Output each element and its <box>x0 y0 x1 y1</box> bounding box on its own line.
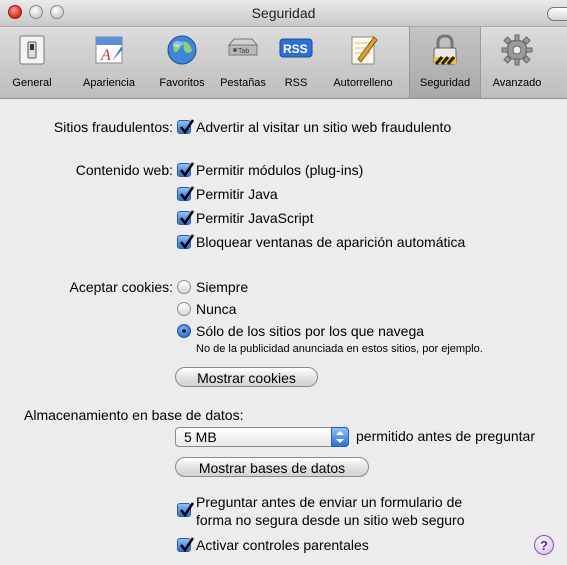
pencil-paper-icon <box>351 36 378 65</box>
database-storage-label: Almacenamiento en base de datos: <box>24 407 244 423</box>
tab-favoritos[interactable]: Favoritos <box>152 27 212 98</box>
light-switch-icon <box>19 35 45 65</box>
padlock-icon <box>433 34 457 65</box>
checkmark-icon <box>180 162 195 178</box>
cookies-label: Aceptar cookies: <box>69 279 174 295</box>
checkmark-icon <box>180 119 195 135</box>
cookies-never-radio[interactable] <box>177 302 191 316</box>
parental-controls-checkbox[interactable] <box>177 537 195 553</box>
preferences-toolbar: General A Apariencia Favoritos Tab Pesta… <box>0 27 567 99</box>
allow-plugins-checkbox[interactable] <box>177 162 195 178</box>
tab-general-label: General <box>12 77 52 89</box>
block-popups-label: Bloquear ventanas de aparición automátic… <box>196 234 466 250</box>
tab-favoritos-label: Favoritos <box>159 77 205 89</box>
checkmark-icon <box>180 210 195 226</box>
database-size-popup[interactable]: 5 MB <box>175 427 349 447</box>
tab-pestanas[interactable]: Tab Pestañas <box>212 27 274 98</box>
tab-rss-label: RSS <box>284 77 308 89</box>
cookies-always-radio[interactable] <box>177 280 191 294</box>
fraud-warning-checkbox[interactable] <box>177 119 195 135</box>
checkmark-icon <box>180 537 195 553</box>
tab-seguridad-label: Seguridad <box>419 77 471 89</box>
tab-apariencia[interactable]: A Apariencia <box>66 27 152 98</box>
preferences-window: Seguridad General A Apariencia Favoritos… <box>0 0 567 565</box>
tab-pestanas-label: Pestañas <box>220 77 266 89</box>
tab-seguridad[interactable]: Seguridad <box>409 27 481 98</box>
allow-java-label: Permitir Java <box>196 186 278 202</box>
svg-text:A: A <box>100 47 111 64</box>
web-content-label: Contenido web: <box>75 162 173 178</box>
window-title: Seguridad <box>251 5 316 21</box>
title-bar[interactable]: Seguridad <box>0 0 567 27</box>
parental-controls-label: Activar controles parentales <box>196 537 369 553</box>
ask-insecure-form-label-line2: forma no segura desde un sitio web segur… <box>196 512 465 528</box>
allow-plugins-label: Permitir módulos (plug-ins) <box>196 162 364 178</box>
tab-autorrelleno[interactable]: Autorrelleno <box>318 27 408 98</box>
popup-arrows-icon <box>331 427 349 447</box>
tab-avanzado[interactable]: Avanzado <box>481 27 553 98</box>
cookies-visited-only-radio[interactable] <box>177 324 191 338</box>
help-button[interactable]: ? <box>534 535 554 555</box>
typography-icon: A <box>95 36 123 64</box>
checkmark-icon <box>180 186 195 202</box>
show-databases-button[interactable]: Mostrar bases de datos <box>175 457 369 477</box>
globe-icon <box>167 35 197 65</box>
allow-java-checkbox[interactable] <box>177 186 195 202</box>
cookies-never-label: Nunca <box>196 301 237 317</box>
cookies-note: No de la publicidad anunciada en estos s… <box>196 343 483 355</box>
cookies-visited-only-label: Sólo de los sitios por los que navega <box>196 323 425 339</box>
allow-javascript-checkbox[interactable] <box>177 210 195 226</box>
checkmark-icon <box>180 502 195 518</box>
rss-icon-text: RSS <box>283 42 308 56</box>
cookies-always-label: Siempre <box>196 279 249 295</box>
tab-apariencia-label: Apariencia <box>83 77 135 89</box>
block-popups-checkbox[interactable] <box>177 234 195 250</box>
tab-avanzado-label: Avanzado <box>492 77 542 89</box>
ask-insecure-form-label-line1: Preguntar antes de enviar un formulario … <box>196 494 463 510</box>
tab-icon: Tab <box>227 38 259 56</box>
tab-rss[interactable]: RSS RSS <box>274 27 318 98</box>
show-cookies-button[interactable]: Mostrar cookies <box>175 367 318 387</box>
tab-general[interactable]: General <box>0 27 64 98</box>
tab-icon-text: Tab <box>238 48 249 55</box>
gear-icon <box>501 34 533 66</box>
checkmark-icon <box>180 234 195 250</box>
fraud-warning-label: Advertir al visitar un sitio web fraudul… <box>196 119 452 135</box>
database-size-value: 5 MB <box>184 429 217 445</box>
ask-insecure-form-checkbox[interactable] <box>177 502 195 518</box>
fraud-label: Sitios fraudulentos: <box>53 119 173 135</box>
rss-icon: RSS <box>279 38 313 58</box>
allow-javascript-label: Permitir JavaScript <box>196 210 314 226</box>
tab-autorrelleno-label: Autorrelleno <box>333 77 393 89</box>
toolbar-toggle-button[interactable] <box>547 7 567 21</box>
database-size-suffix: permitido antes de preguntar <box>356 428 535 444</box>
